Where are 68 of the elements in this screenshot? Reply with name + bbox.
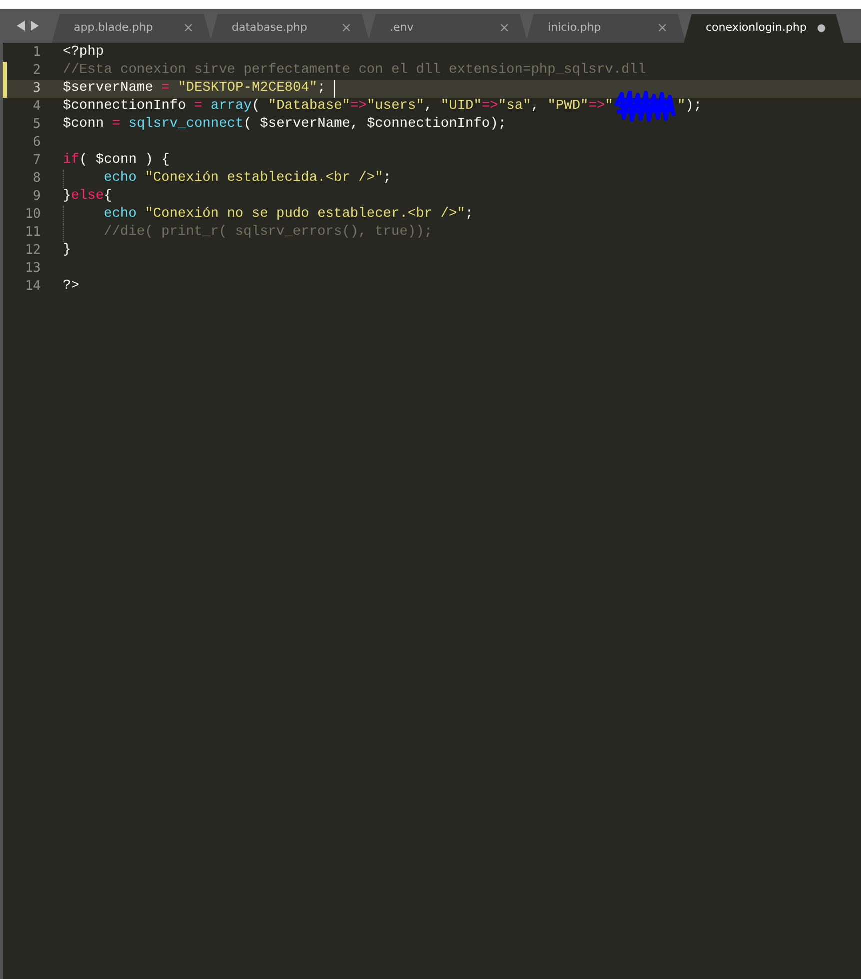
code-token: "PWD" [548,98,589,116]
code-token: ( $conn ) { [79,152,170,170]
code-token: "Database" [268,98,351,116]
close-tab-button[interactable]: × [341,22,352,35]
close-tab-button[interactable]: × [657,22,668,35]
line-number: 3 [32,80,41,98]
code-token: $conn [63,116,106,134]
redaction-scribble [613,91,678,123]
line-number: 7 [32,152,41,170]
code-token: if [63,152,80,170]
code-token: $connectionInfo [63,98,188,116]
code-token: sqlsrv_connect [128,116,244,134]
code-token: ; [383,170,392,188]
code-token: ; [318,80,327,98]
line-number: 11 [24,224,41,242]
code-token: ?> [63,278,80,296]
code-token: "Conexión no se pudo establecer.<br />" [145,206,466,224]
file-tab[interactable]: .env × [368,14,528,43]
code-token: => [482,98,498,116]
close-tab-button[interactable]: × [499,22,510,35]
line-number: 10 [24,206,41,224]
code-token: { [104,188,112,206]
code-token: else [71,188,104,206]
code-token: "Conexión establecida.<br />" [145,170,384,188]
line-number: 13 [24,260,41,278]
file-tab[interactable]: conexionlogin.php ● [684,14,844,43]
line-number: 12 [24,242,41,260]
code-token: "UID" [440,98,482,116]
code-token: => [350,98,367,116]
line-number: 14 [24,278,41,296]
close-tab-button[interactable]: × [183,22,194,35]
code-token: , [424,98,434,116]
code-token: //die( print_r( sqlsrv_errors(), true)); [104,224,433,242]
code-token: //Esta conexion sirve perfectamente con el dll extension=php_sqlsrv.dll [63,62,646,80]
code-token: } [63,242,72,260]
code-token: <?php [63,44,104,62]
file-tab[interactable]: app.blade.php × [52,14,212,43]
code-token: ); [686,98,702,116]
code-token: } [63,188,72,206]
code-token: $serverName [63,80,154,98]
line-number: 6 [32,134,41,152]
unsaved-dot[interactable]: ● [817,24,826,34]
code-token: , [531,98,540,116]
file-tab[interactable]: database.php × [210,14,370,43]
code-token: ( $serverName, $connectionInfo); [244,116,507,134]
text-cursor [334,80,336,98]
code-token: = [194,98,204,116]
line-number: 5 [32,116,41,134]
line-number: 4 [32,98,41,116]
code-token: "DESKTOP-M2CE804" [178,80,318,98]
line-number: 2 [32,62,41,80]
code-token: ( [252,98,262,116]
code-token: "sa" [498,98,532,116]
code-token: = [112,116,122,134]
code-token: echo [104,206,138,224]
file-tab[interactable]: inicio.php × [526,14,686,43]
tab-navigation-arrows-icon[interactable] [16,21,38,31]
line-number: 8 [32,170,41,188]
code-token: array [210,98,252,116]
line-number: 1 [32,44,41,62]
code-token: = [162,80,171,98]
line-number: 9 [32,188,41,206]
code-token: => [588,98,606,116]
code-token: " [677,98,686,116]
code-token: "users" [366,98,424,116]
code-token: echo [104,170,138,188]
code-token: ; [465,206,474,224]
code-token: " [605,98,614,116]
